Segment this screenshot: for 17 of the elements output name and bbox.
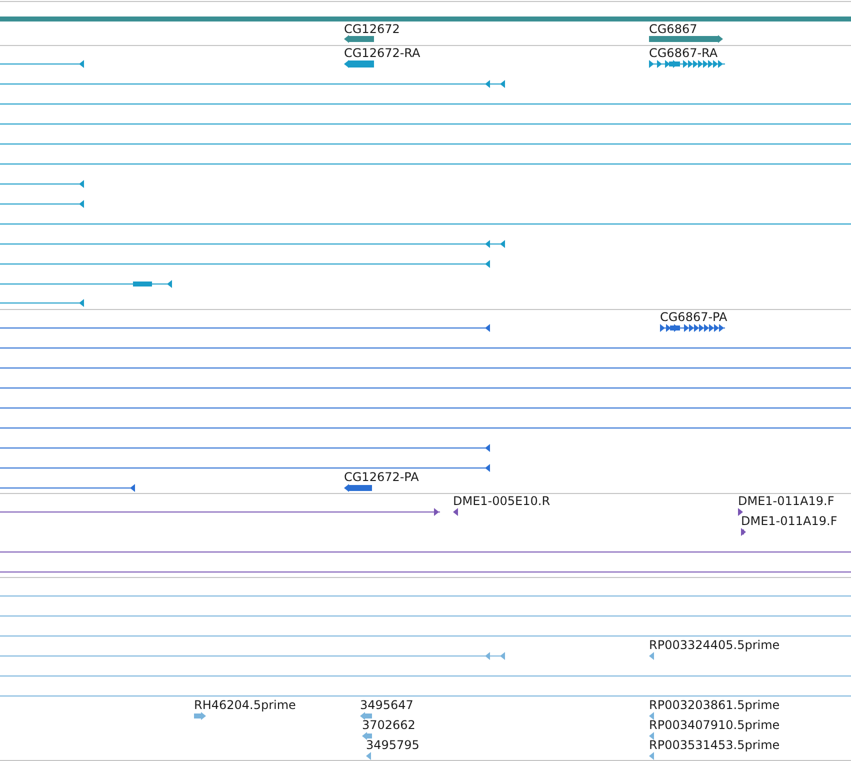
feature-label: RP003324405.5prime [649,638,780,652]
feature-label: CG6867 [649,22,698,36]
feature-label: CG12672-PA [344,470,419,484]
feature-label: CG6867-PA [660,310,728,324]
feature-label: CG12672 [344,22,400,36]
feature-label: 3495795 [366,738,420,752]
feature-label: DME1-011A19.F [741,514,838,528]
feature-label: DME1-011A19.F [738,494,834,508]
feature-label: RP003407910.5prime [649,718,780,732]
feature-label: RP003531453.5prime [649,738,780,752]
feature-label: RH46204.5prime [194,698,296,712]
feature-label: 3702662 [362,718,416,732]
feature-label: CG6867-RA [649,46,718,60]
feature-label: CG12672-RA [344,46,420,60]
feature-label: RP003203861.5prime [649,698,780,712]
feature-label: 3495647 [360,698,414,712]
feature-label: DME1-005E10.R [453,494,550,508]
